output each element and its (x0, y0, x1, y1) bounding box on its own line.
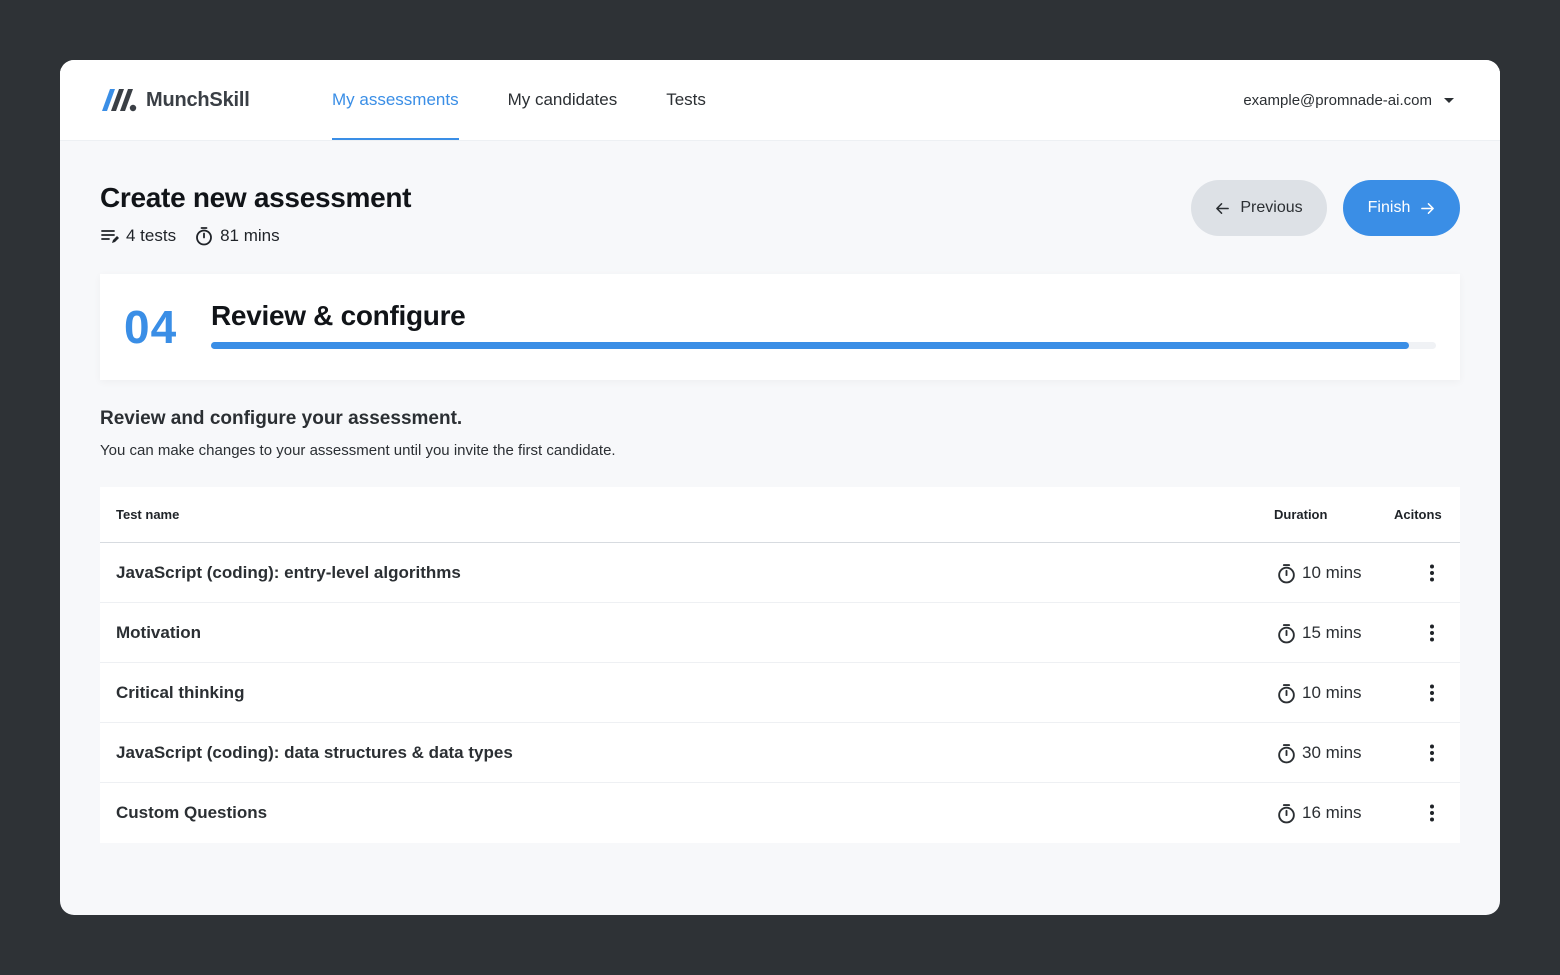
nav-my-assessments[interactable]: My assessments (332, 60, 459, 140)
stopwatch-icon (1278, 563, 1295, 583)
more-vertical-icon (1430, 624, 1434, 642)
table-header: Test name Duration Acitons (100, 487, 1460, 543)
column-header-actions: Acitons (1394, 507, 1442, 522)
caret-down-icon (1444, 97, 1454, 103)
step-card: 04 Review & configure (100, 274, 1460, 380)
main-nav: My assessments My candidates Tests (332, 60, 755, 140)
row-actions-button[interactable] (1420, 801, 1444, 825)
section-subtitle: You can make changes to your assessment … (100, 442, 616, 459)
arrow-left-icon (1216, 202, 1230, 214)
total-duration-label: 81 mins (220, 226, 280, 245)
table-row[interactable]: Motivation 15 mins (100, 603, 1460, 663)
table-row[interactable]: Custom Questions 16 mins (100, 783, 1460, 843)
stopwatch-icon (1278, 623, 1295, 643)
page-title: Create new assessment (100, 182, 412, 213)
more-vertical-icon (1430, 684, 1434, 702)
nav-tests[interactable]: Tests (666, 60, 706, 140)
step-number: 04 (124, 301, 178, 353)
test-duration: 10 mins (1276, 663, 1362, 723)
row-actions-button[interactable] (1420, 741, 1444, 765)
test-name: JavaScript (coding): data structures & d… (116, 743, 513, 762)
tests-count: 4 tests (100, 226, 176, 246)
test-name: Custom Questions (116, 803, 268, 822)
test-name: JavaScript (coding): entry-level algorit… (116, 563, 461, 582)
column-header-test-name: Test name (116, 507, 180, 522)
app-window: MunchSkill My assessments My candidates … (60, 60, 1500, 915)
account-email: example@promnade-ai.com (1243, 91, 1432, 109)
section-title: Review and configure your assessment. (100, 408, 463, 429)
nav-my-candidates[interactable]: My candidates (508, 60, 618, 140)
step-progress-fill (211, 342, 1410, 349)
more-vertical-icon (1430, 744, 1434, 762)
more-vertical-icon (1430, 564, 1434, 582)
step-progress-bar (211, 342, 1436, 349)
total-duration: 81 mins (194, 226, 280, 246)
stopwatch-icon (1278, 803, 1295, 823)
test-duration-label: 30 mins (1302, 743, 1362, 762)
test-duration-label: 10 mins (1302, 683, 1362, 702)
test-duration: 10 mins (1276, 543, 1362, 603)
assessment-meta: 4 tests 81 mins (100, 226, 298, 246)
test-duration: 15 mins (1276, 603, 1362, 663)
table-row[interactable]: JavaScript (coding): entry-level algorit… (100, 543, 1460, 603)
previous-button-label: Previous (1240, 199, 1303, 216)
column-header-duration: Duration (1274, 507, 1328, 522)
table-body: JavaScript (coding): entry-level algorit… (100, 543, 1460, 843)
previous-button[interactable]: Previous (1191, 180, 1327, 236)
stopwatch-icon (1278, 743, 1295, 763)
table-row[interactable]: Critical thinking 10 mins (100, 663, 1460, 723)
table-row[interactable]: JavaScript (coding): data structures & d… (100, 723, 1460, 783)
test-duration: 30 mins (1276, 723, 1362, 783)
stopwatch-icon (1278, 683, 1295, 703)
tests-table: Test name Duration Acitons JavaScript (c… (100, 487, 1460, 843)
step-title: Review & configure (211, 300, 466, 331)
top-header: MunchSkill My assessments My candidates … (60, 60, 1500, 140)
brand-name: MunchSkill (146, 88, 250, 111)
row-actions-button[interactable] (1420, 621, 1444, 645)
row-actions-button[interactable] (1420, 681, 1444, 705)
finish-button[interactable]: Finish (1343, 180, 1460, 236)
stopwatch-icon (196, 227, 212, 246)
test-duration-label: 16 mins (1302, 803, 1362, 822)
munchskill-logo-icon (102, 89, 137, 112)
row-actions-button[interactable] (1420, 561, 1444, 585)
test-duration: 16 mins (1276, 783, 1362, 843)
list-edit-icon (101, 230, 119, 243)
account-menu[interactable]: example@promnade-ai.com (1243, 60, 1454, 140)
finish-button-label: Finish (1367, 199, 1411, 216)
more-vertical-icon (1430, 804, 1434, 822)
test-duration-label: 15 mins (1302, 623, 1362, 642)
tests-count-label: 4 tests (126, 226, 177, 245)
test-duration-label: 10 mins (1302, 563, 1362, 582)
test-name: Critical thinking (116, 683, 245, 702)
test-name: Motivation (116, 623, 201, 642)
brand-logo[interactable]: MunchSkill (100, 87, 332, 113)
arrow-right-icon (1421, 202, 1435, 214)
